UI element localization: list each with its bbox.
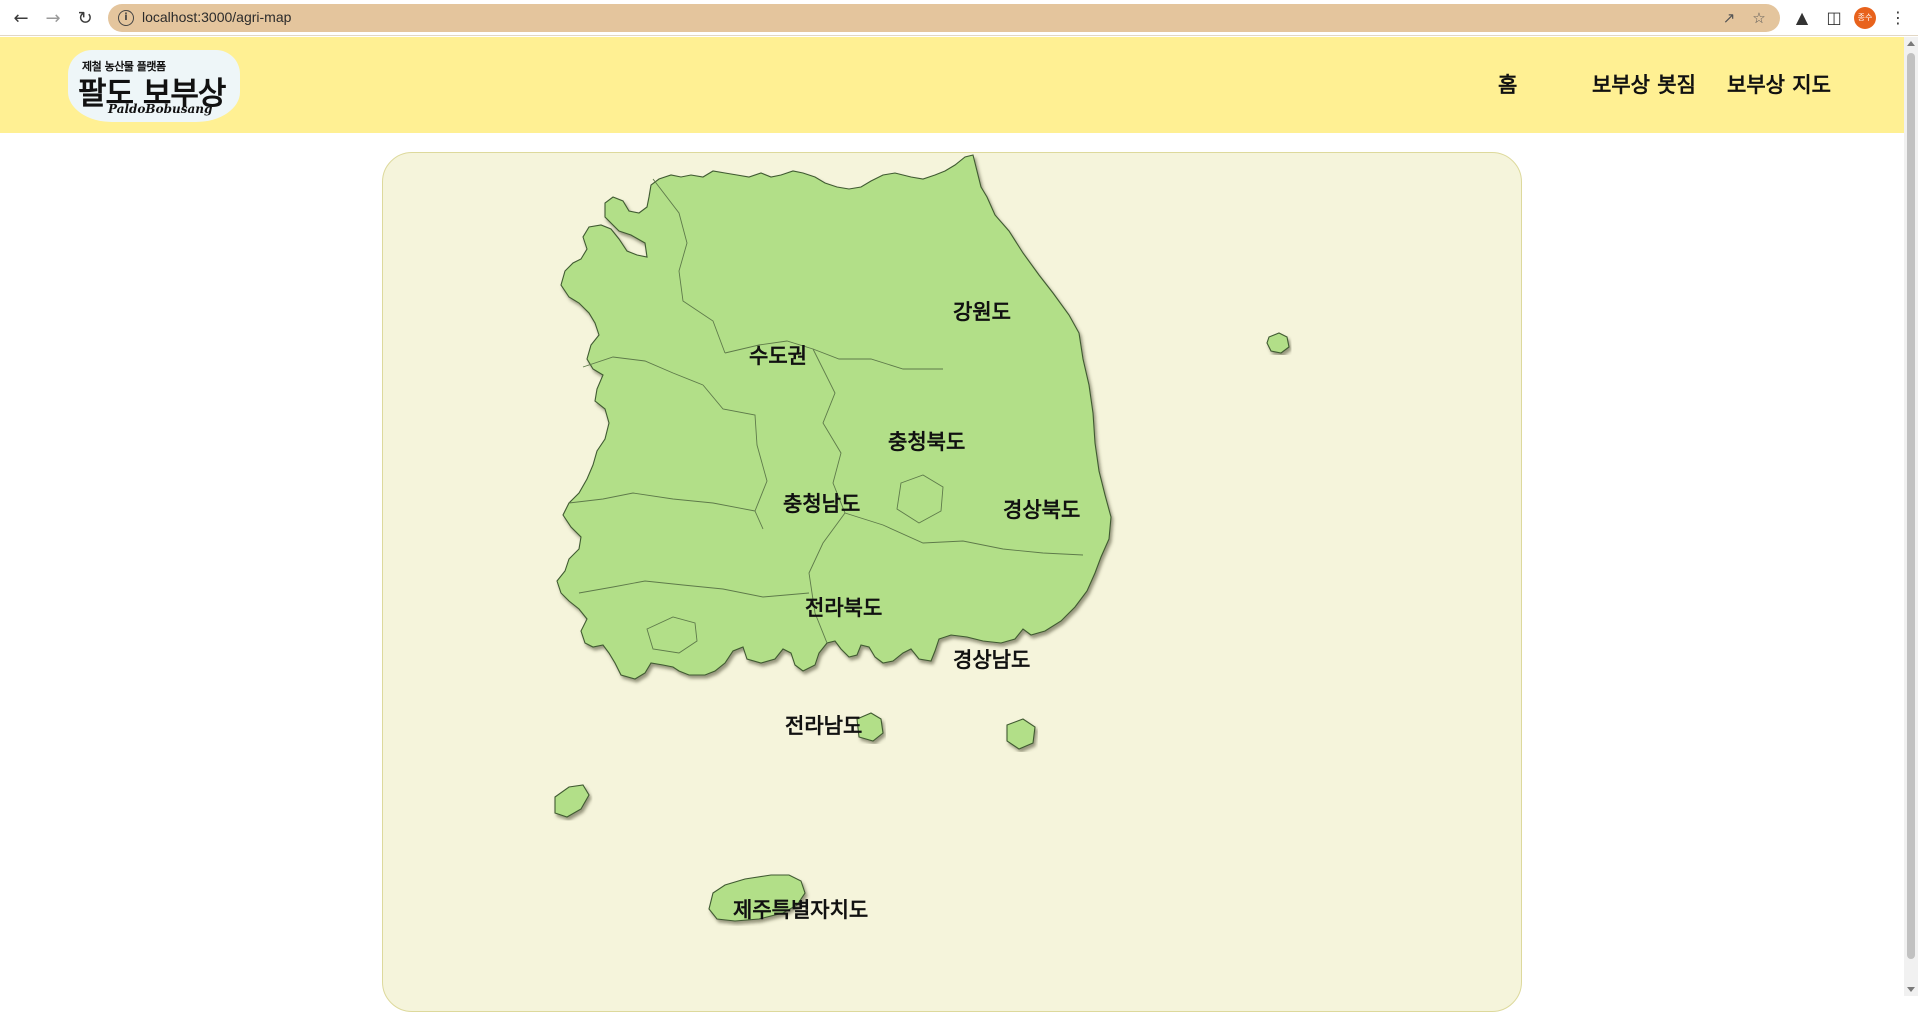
- label-jeju[interactable]: 제주특별자치도: [733, 898, 868, 922]
- back-icon[interactable]: ←: [8, 5, 34, 31]
- nav-bobusang-map[interactable]: 보부상 지도: [1727, 69, 1831, 99]
- reload-icon[interactable]: ↻: [72, 5, 98, 31]
- label-gangwon[interactable]: 강원도: [953, 300, 1011, 324]
- site-header: 제철 농산물 플랫폼 팔도 보부상 PaldoBobusang 홈 보부상 봇짐…: [0, 37, 1904, 133]
- page-scrollbar[interactable]: [1904, 37, 1918, 996]
- star-icon[interactable]: ☆: [1750, 9, 1768, 27]
- forward-icon[interactable]: →: [40, 5, 66, 31]
- map-card: 수도권 강원도 충청북도 충청남도 경상북도 전라북도 경상남도 전라남도 제주…: [382, 152, 1522, 1012]
- site-logo[interactable]: 제철 농산물 플랫폼 팔도 보부상 PaldoBobusang: [68, 50, 240, 122]
- nav-home[interactable]: 홈: [1498, 69, 1517, 99]
- label-gyeongbuk[interactable]: 경상북도: [1003, 498, 1080, 522]
- label-gyeongnam[interactable]: 경상남도: [953, 648, 1030, 672]
- label-sudogwon[interactable]: 수도권: [749, 344, 807, 368]
- url-text[interactable]: localhost:3000/agri-map: [142, 9, 291, 25]
- label-chungbuk[interactable]: 충청북도: [888, 430, 965, 454]
- scroll-down-icon[interactable]: [1907, 987, 1915, 992]
- scrollbar-thumb[interactable]: [1907, 53, 1915, 959]
- label-chungnam[interactable]: 충청남도: [783, 492, 860, 516]
- address-bar[interactable]: i localhost:3000/agri-map ↗ ☆: [108, 4, 1780, 32]
- browser-toolbar: ← → ↻ i localhost:3000/agri-map ↗ ☆ ▲ ◫ …: [0, 0, 1918, 36]
- scroll-up-icon[interactable]: [1907, 41, 1915, 46]
- nav-bobusang-bundle[interactable]: 보부상 봇짐: [1592, 69, 1696, 99]
- ulleungdo-island: [1266, 332, 1290, 354]
- label-jeonnam[interactable]: 전라남도: [785, 714, 862, 738]
- southwest-island: [554, 784, 590, 818]
- profile-avatar[interactable]: 종수: [1854, 7, 1876, 29]
- info-icon[interactable]: i: [118, 10, 134, 26]
- korea-map: 수도권 강원도 충청북도 충청남도 경상북도 전라북도 경상남도 전라남도 제주…: [554, 154, 1290, 922]
- logo-subtitle: PaldoBobusang: [108, 102, 213, 116]
- south-island-b: [1006, 718, 1036, 750]
- extensions-icon[interactable]: ▲: [1792, 8, 1812, 28]
- menu-icon[interactable]: ⋮: [1888, 8, 1908, 28]
- side-panel-icon[interactable]: ◫: [1824, 8, 1844, 28]
- share-icon[interactable]: ↗: [1720, 9, 1738, 27]
- label-jeonbuk[interactable]: 전라북도: [805, 596, 882, 620]
